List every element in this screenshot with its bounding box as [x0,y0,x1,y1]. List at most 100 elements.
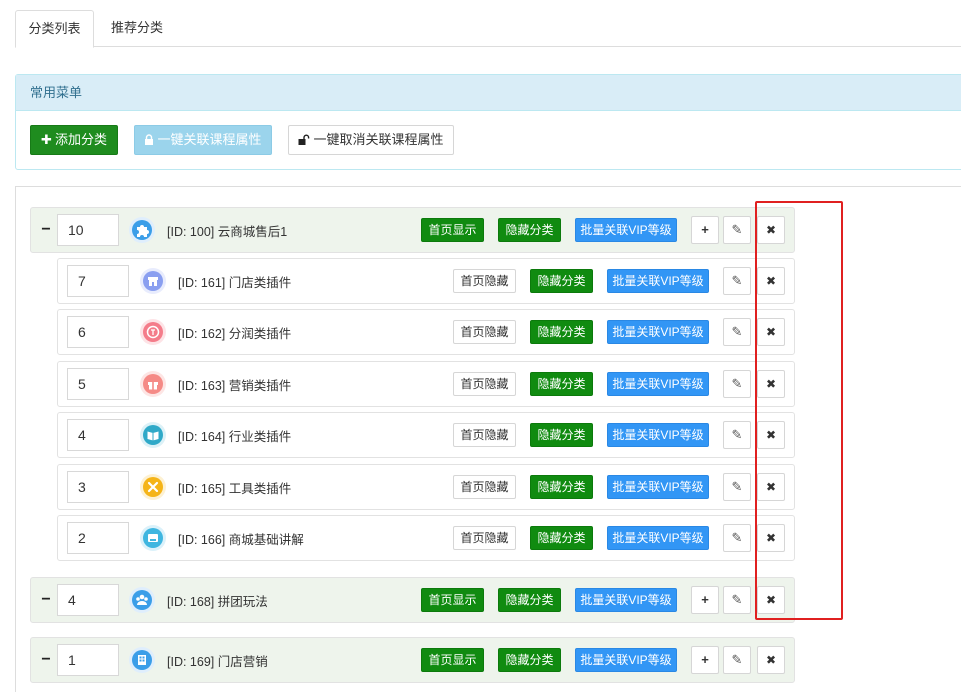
close-icon: ✖ [765,428,777,442]
sort-order-input[interactable]: 7 [67,265,129,297]
category-row-child: 4 [ID: 164] 行业类插件 首页隐藏 隐藏分类 批量关联VIP等级 ✎ ✖ [57,412,795,458]
category-name: [ID: 166] 商城基础讲解 [178,533,304,547]
edit-button[interactable]: ✎ [723,646,751,674]
batch-vip-button[interactable]: 批量关联VIP等级 [607,320,709,344]
category-row-parent: −10 [ID: 100] 云商城售后1 首页显示 隐藏分类 批量关联VIP等级 + ✎ ✖ [30,207,795,253]
hide-category-button[interactable]: 隐藏分类 [530,269,593,293]
add-category-button[interactable]: ✚ 添加分类 [30,125,118,155]
common-menu-panel: 常用菜单 ✚ 添加分类 一键关联课程属性 一键取消关联课程属性 [15,74,961,170]
hide-category-button[interactable]: 隐藏分类 [498,218,561,242]
category-name: [ID: 163] 营销类插件 [178,379,292,393]
sort-order-input[interactable]: 3 [67,471,129,503]
hide-category-button[interactable]: 隐藏分类 [530,475,593,499]
tab-category-list[interactable]: 分类列表 [15,10,94,48]
delete-button[interactable]: ✖ [757,216,785,244]
category-name: [ID: 100] 云商城售后1 [167,225,288,239]
plus-icon: + [701,222,709,237]
delete-button[interactable]: ✖ [757,267,785,295]
batch-vip-button[interactable]: 批量关联VIP等级 [607,475,709,499]
edit-button[interactable]: ✎ [723,216,751,244]
edit-icon: ✎ [731,652,743,667]
profit-icon [140,319,166,345]
home-show-button[interactable]: 首页显示 [421,588,484,612]
edit-icon: ✎ [731,427,743,442]
hide-category-button[interactable]: 隐藏分类 [498,648,561,672]
batch-vip-button[interactable]: 批量关联VIP等级 [575,218,677,242]
close-icon: ✖ [765,325,777,339]
delete-button[interactable]: ✖ [757,421,785,449]
batch-vip-button[interactable]: 批量关联VIP等级 [607,269,709,293]
lock-icon [144,126,154,154]
collapse-toggle[interactable]: − [39,221,53,239]
sort-order-input[interactable]: 2 [67,522,129,554]
edit-icon: ✎ [731,530,743,545]
tools-icon [140,474,166,500]
batch-vip-button[interactable]: 批量关联VIP等级 [607,372,709,396]
home-show-button[interactable]: 首页显示 [421,218,484,242]
sort-order-input[interactable]: 6 [67,316,129,348]
add-category-label: 添加分类 [54,132,107,147]
edit-icon: ✎ [731,222,743,237]
link-course-attributes-button[interactable]: 一键关联课程属性 [134,125,272,155]
edit-button[interactable]: ✎ [723,524,751,552]
category-row-child: 2 [ID: 166] 商城基础讲解 首页隐藏 隐藏分类 批量关联VIP等级 ✎ ✖ [57,515,795,561]
home-hide-button[interactable]: 首页隐藏 [453,320,516,344]
delete-button[interactable]: ✖ [757,586,785,614]
unlink-course-attributes-button[interactable]: 一键取消关联课程属性 [288,125,454,155]
add-subcategory-button[interactable]: + [691,646,719,674]
edit-button[interactable]: ✎ [723,586,751,614]
category-row-child: 6 [ID: 162] 分润类插件 首页隐藏 隐藏分类 批量关联VIP等级 ✎ ✖ [57,309,795,355]
collapse-toggle[interactable]: − [39,591,53,609]
edit-icon: ✎ [731,479,743,494]
gift-icon [140,371,166,397]
edit-button[interactable]: ✎ [723,318,751,346]
home-hide-button[interactable]: 首页隐藏 [453,372,516,396]
sort-order-input[interactable]: 10 [57,214,119,246]
common-menu-title: 常用菜单 [16,75,961,111]
category-name: [ID: 169] 门店营销 [167,655,268,669]
category-name: [ID: 164] 行业类插件 [178,430,292,444]
edit-button[interactable]: ✎ [723,421,751,449]
hide-category-button[interactable]: 隐藏分类 [530,423,593,447]
delete-button[interactable]: ✖ [757,524,785,552]
hide-category-button[interactable]: 隐藏分类 [498,588,561,612]
category-name: [ID: 165] 工具类插件 [178,482,292,496]
sort-order-input[interactable]: 1 [57,644,119,676]
add-subcategory-button[interactable]: + [691,216,719,244]
batch-vip-button[interactable]: 批量关联VIP等级 [607,526,709,550]
home-show-button[interactable]: 首页显示 [421,648,484,672]
link-course-attributes-label: 一键关联课程属性 [157,132,262,147]
batch-vip-button[interactable]: 批量关联VIP等级 [607,423,709,447]
hide-category-button[interactable]: 隐藏分类 [530,526,593,550]
category-row-child: 3 [ID: 165] 工具类插件 首页隐藏 隐藏分类 批量关联VIP等级 ✎ ✖ [57,464,795,510]
group-icon [129,587,155,613]
delete-button[interactable]: ✖ [757,646,785,674]
hide-category-button[interactable]: 隐藏分类 [530,372,593,396]
home-hide-button[interactable]: 首页隐藏 [453,423,516,447]
batch-vip-button[interactable]: 批量关联VIP等级 [575,648,677,672]
delete-button[interactable]: ✖ [757,318,785,346]
category-name: [ID: 162] 分润类插件 [178,327,292,341]
batch-vip-button[interactable]: 批量关联VIP等级 [575,588,677,612]
edit-icon: ✎ [731,324,743,339]
edit-button[interactable]: ✎ [723,267,751,295]
delete-button[interactable]: ✖ [757,370,785,398]
category-name: [ID: 161] 门店类插件 [178,276,292,290]
close-icon: ✖ [765,274,777,288]
home-hide-button[interactable]: 首页隐藏 [453,475,516,499]
home-hide-button[interactable]: 首页隐藏 [453,526,516,550]
close-icon: ✖ [765,531,777,545]
sort-order-input[interactable]: 4 [57,584,119,616]
edit-button[interactable]: ✎ [723,473,751,501]
sort-order-input[interactable]: 5 [67,368,129,400]
add-subcategory-button[interactable]: + [691,586,719,614]
delete-button[interactable]: ✖ [757,473,785,501]
tab-recommended-category[interactable]: 推荐分类 [97,10,177,47]
home-hide-button[interactable]: 首页隐藏 [453,269,516,293]
edit-button[interactable]: ✎ [723,370,751,398]
sort-order-input[interactable]: 4 [67,419,129,451]
collapse-toggle[interactable]: − [39,651,53,669]
hide-category-button[interactable]: 隐藏分类 [530,320,593,344]
unlink-course-attributes-label: 一键取消关联课程属性 [313,132,444,147]
close-icon: ✖ [765,653,777,667]
